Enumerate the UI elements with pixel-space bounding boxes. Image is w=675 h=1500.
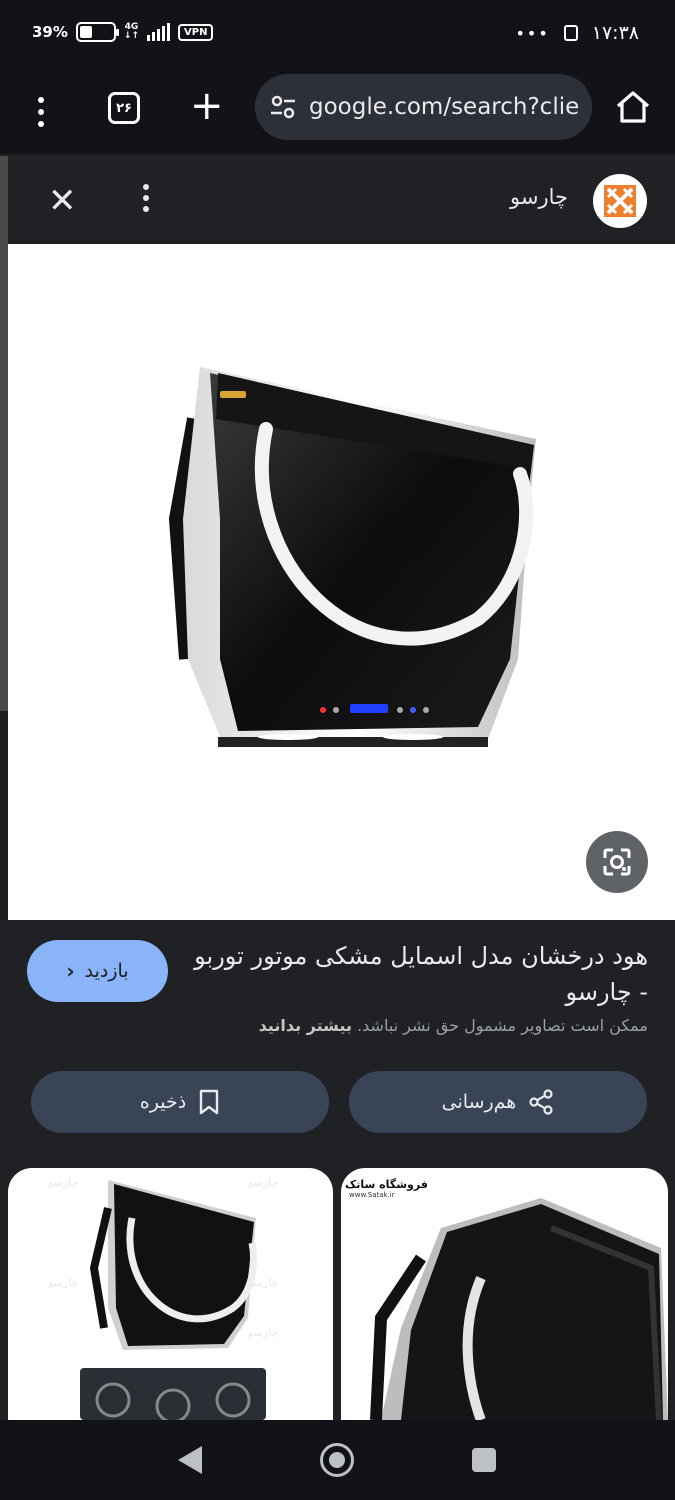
- watermark-2: چارسو: [247, 1176, 278, 1189]
- share-button[interactable]: هم‌رسانی: [349, 1071, 647, 1133]
- data-activity: ↓↑: [123, 31, 139, 41]
- share-label: هم‌رسانی: [441, 1091, 517, 1113]
- vpn-badge: VPN: [178, 23, 214, 41]
- status-bar: 39% 4G ↓↑ VPN ••• ۱۷:۳۸: [0, 0, 675, 70]
- charsoo-logo-icon: [604, 185, 636, 217]
- clock: ۱۷:۳۸: [591, 22, 639, 44]
- more-notifications-icon: •••: [515, 23, 550, 43]
- browser-toolbar: ۲۶ + google.com/search?clie: [0, 70, 675, 154]
- status-right-group: ••• ۱۷:۳۸: [515, 22, 639, 44]
- side-edge: [0, 156, 8, 711]
- visit-label: بازدید: [84, 960, 129, 982]
- brand-badge: [220, 391, 246, 398]
- hood-thumbnail-1: چارسو چارسو چارسو چارسو چارسو: [47, 1176, 278, 1420]
- network-indicator: 4G ↓↑: [124, 23, 139, 41]
- watermark-3: چارسو: [47, 1276, 78, 1289]
- system-nav-bar: [0, 1420, 675, 1500]
- lens-search-button[interactable]: [586, 831, 648, 893]
- battery-percent: 39%: [32, 23, 68, 41]
- home-nav-icon[interactable]: [320, 1443, 354, 1477]
- visit-button[interactable]: بازدید ‹: [27, 940, 168, 1002]
- more-vert-icon[interactable]: [30, 92, 52, 132]
- save-button[interactable]: ذخیره: [31, 1071, 329, 1133]
- screenshot-notification-icon: [563, 25, 578, 41]
- save-label: ذخیره: [139, 1091, 187, 1113]
- chevron-left-icon: ‹: [66, 959, 75, 983]
- bookmark-icon: [200, 1089, 219, 1115]
- copyright-notice: ممکن است تصاویر مشمول حق نشر نباشد. بیشت…: [259, 1016, 648, 1035]
- lens-icon: [603, 848, 631, 876]
- result-image[interactable]: [8, 244, 675, 920]
- related-image-1[interactable]: چارسو چارسو چارسو چارسو چارسو: [8, 1168, 333, 1420]
- tab-switcher-button[interactable]: ۲۶: [108, 92, 140, 124]
- hood-thumbnail-2: فروشگاه ساتک www.Satak.ir: [345, 1178, 668, 1420]
- copyright-text: ممکن است تصاویر مشمول حق نشر نباشد.: [357, 1016, 648, 1035]
- back-icon[interactable]: [178, 1446, 202, 1474]
- recents-icon[interactable]: [472, 1448, 496, 1472]
- more-options-icon[interactable]: [141, 184, 151, 218]
- close-icon[interactable]: ✕: [48, 184, 77, 218]
- new-tab-button[interactable]: +: [190, 86, 224, 126]
- range-hood-image: [168, 367, 536, 747]
- learn-more-link[interactable]: بیشتر بدانید: [259, 1016, 352, 1035]
- result-info-panel: بازدید ‹ هود درخشان مدل اسمایل مشکی موتو…: [0, 920, 675, 1420]
- watermark-1: چارسو: [47, 1176, 78, 1189]
- watermark-5: چارسو: [247, 1326, 278, 1339]
- satak-url: www.Satak.ir: [349, 1191, 395, 1199]
- tune-icon[interactable]: [269, 93, 297, 121]
- home-icon[interactable]: [614, 88, 652, 126]
- related-image-2[interactable]: فروشگاه ساتک www.Satak.ir: [341, 1168, 668, 1420]
- battery-icon: [75, 22, 119, 42]
- battery-fill: [79, 26, 92, 38]
- address-bar[interactable]: google.com/search?clie: [255, 74, 592, 140]
- signal-icon: [147, 23, 170, 41]
- site-logo[interactable]: [593, 174, 647, 228]
- share-icon: [529, 1089, 553, 1115]
- url-text[interactable]: google.com/search?clie: [309, 94, 579, 120]
- result-title[interactable]: هود درخشان مدل اسمایل مشکی موتور توربو -…: [178, 938, 648, 1010]
- status-left-group: 39% 4G ↓↑ VPN: [32, 22, 214, 42]
- satak-watermark: فروشگاه ساتک: [345, 1178, 428, 1191]
- site-name[interactable]: چارسو: [510, 185, 568, 209]
- lens-header: ✕ چارسو: [8, 156, 675, 244]
